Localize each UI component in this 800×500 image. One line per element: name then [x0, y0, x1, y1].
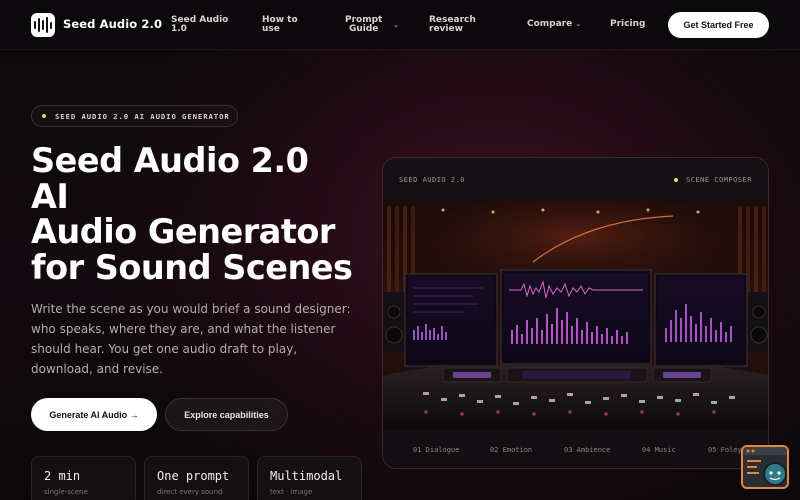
stat-card: One prompt direct every sound — [144, 456, 249, 500]
nav-seed-audio-1[interactable]: Seed Audio 1.0 — [171, 16, 228, 34]
title-line: Audio Generator — [31, 212, 335, 251]
card-badge: SCENE COMPOSER — [673, 176, 752, 184]
nav-pricing[interactable]: Pricing — [610, 20, 645, 29]
stat-card: Multimodal text · image — [257, 456, 362, 500]
nav-prompt-guide[interactable]: Prompt Guide — [345, 16, 382, 34]
stat-value: Multimodal — [270, 469, 343, 483]
card-header: SEED AUDIO 2.0 SCENE COMPOSER — [383, 158, 768, 200]
title-line: for Sound Scenes — [31, 247, 353, 287]
studio-image — [383, 200, 768, 430]
stat-card: 2 min single-scene — [31, 456, 136, 500]
stat-sub: direct every sound — [157, 488, 223, 496]
chat-widget-icon[interactable] — [741, 445, 789, 489]
nav-label: Pricing — [610, 19, 646, 29]
chevron-down-icon: ⌄ — [575, 20, 582, 28]
card-title: SEED AUDIO 2.0 — [399, 176, 466, 184]
stat-value: 2 min — [44, 469, 81, 483]
get-started-button[interactable]: Get Started Free — [668, 12, 769, 38]
nav-label: Compare — [527, 19, 573, 29]
tab-foley[interactable]: 05 Foley — [708, 446, 742, 454]
tab-dialogue[interactable]: 01 Dialogue — [413, 446, 459, 454]
stat-sub: text · image — [270, 488, 313, 496]
brand-name[interactable]: Seed Audio 2.0 — [63, 17, 162, 31]
title-line: AI — [31, 176, 69, 216]
tab-music[interactable]: 04 Music — [642, 446, 676, 454]
status-dot — [673, 178, 678, 182]
stat-value: One prompt — [157, 469, 230, 483]
title-line: Seed Audio 2.0 — [31, 141, 309, 180]
page-title: Seed Audio 2.0 AI Audio Generator for So… — [31, 143, 391, 285]
waveform-icon[interactable] — [31, 13, 55, 37]
nav-label-line2: use — [262, 24, 280, 34]
stat-sub: single-scene — [44, 488, 88, 496]
hero-description: Write the scene as you would brief a sou… — [31, 302, 351, 376]
explore-capabilities-button[interactable]: Explore capabilities — [165, 398, 288, 431]
chevron-down-icon[interactable]: ⌄ — [393, 21, 399, 30]
nav-how-to-use[interactable]: How to use — [262, 16, 298, 34]
eyebrow-text: SEED AUDIO 2.0 AI AUDIO GENERATOR — [55, 111, 230, 121]
scene-tabs: 01 Dialogue 02 Emotion 03 Ambience 04 Mu… — [383, 430, 768, 468]
status-dot — [42, 114, 46, 118]
chat-widget-graphic — [743, 447, 787, 486]
tab-ambience[interactable]: 03 Ambience — [564, 446, 610, 454]
card-badge-label: SCENE COMPOSER — [685, 176, 752, 184]
nav-compare[interactable]: Compare ⌄ — [527, 20, 581, 29]
scene-composer-card: SEED AUDIO 2.0 SCENE COMPOSER 01 Dialogu… — [382, 157, 769, 469]
nav-label-line2: Guide — [348, 24, 379, 34]
tab-emotion[interactable]: 02 Emotion — [490, 446, 532, 454]
eyebrow-badge: SEED AUDIO 2.0 AI AUDIO GENERATOR — [31, 105, 238, 127]
nav-label-line2: review — [429, 24, 463, 34]
generate-audio-button[interactable]: Generate AI Audio → — [31, 398, 157, 431]
top-nav: Seed Audio 2.0 Seed Audio 1.0 How to use… — [0, 0, 800, 50]
nav-research-review[interactable]: Research review — [429, 16, 476, 34]
nav-label-line2: 1.0 — [171, 24, 187, 34]
